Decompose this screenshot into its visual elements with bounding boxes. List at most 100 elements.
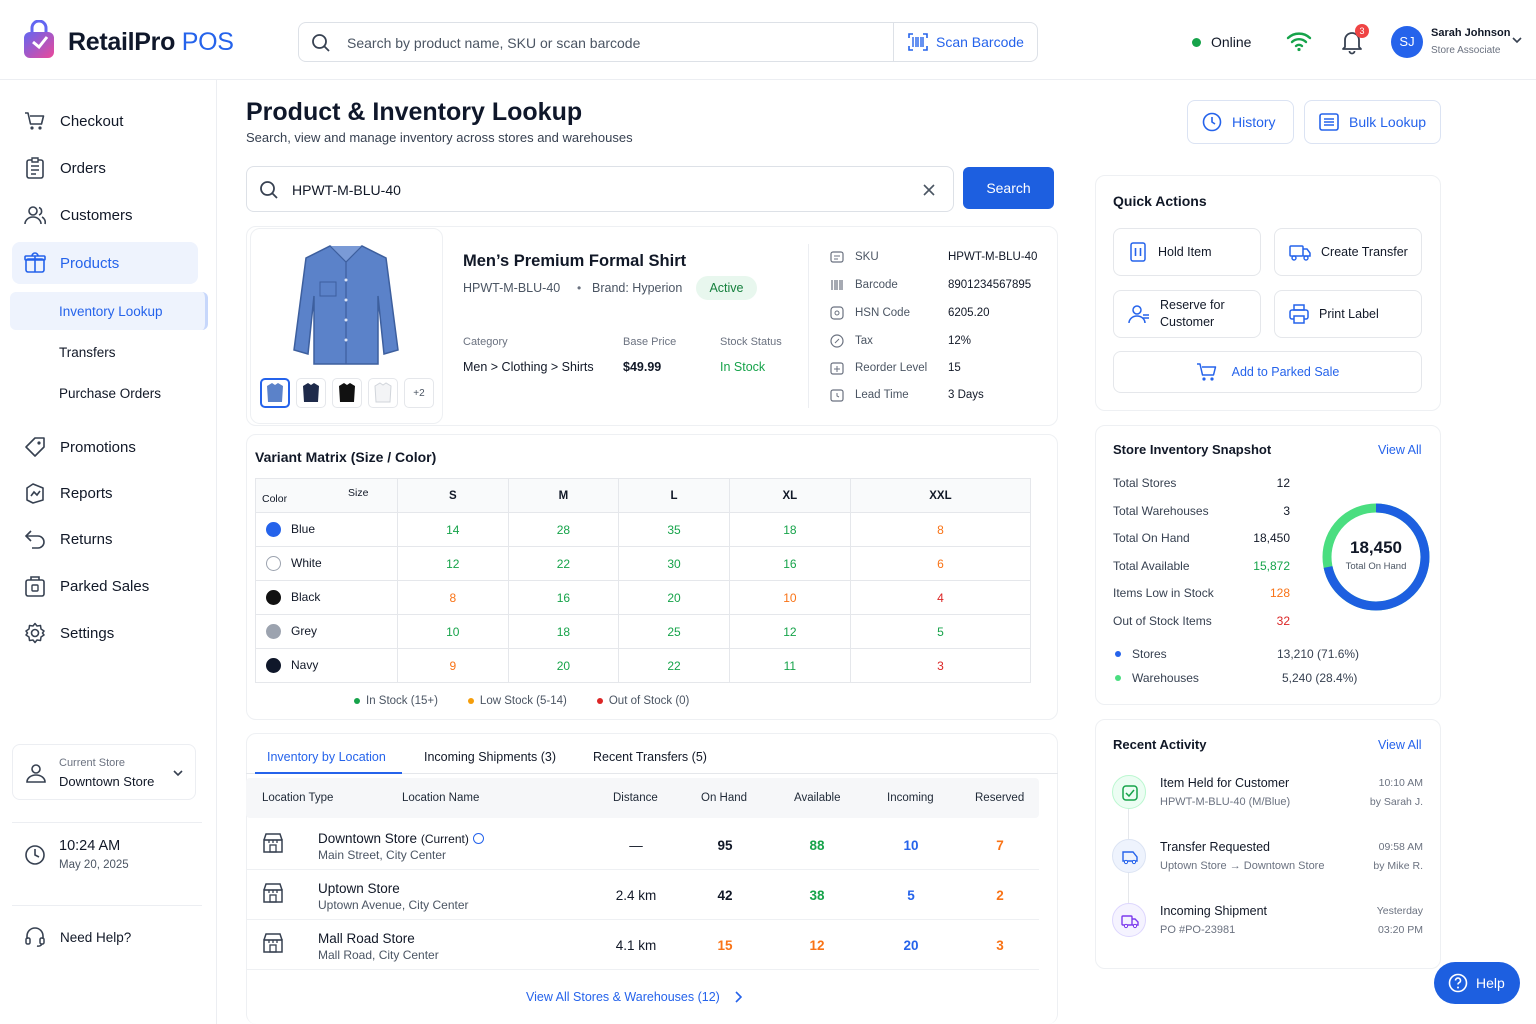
sidebar-item-customers[interactable]: Customers bbox=[12, 194, 198, 236]
stock-qty-cell[interactable]: 20 bbox=[618, 580, 730, 615]
stock-qty-cell[interactable]: 12 bbox=[397, 546, 509, 581]
view-all-stores-link[interactable]: View All Stores & Warehouses (12) bbox=[526, 990, 742, 1004]
stock-qty-cell[interactable]: 35 bbox=[618, 512, 730, 547]
scan-barcode-button[interactable]: Scan Barcode bbox=[893, 23, 1037, 61]
tab-recent-transfers[interactable]: Recent Transfers (5) bbox=[593, 742, 707, 774]
color-cell: Blue bbox=[255, 512, 398, 547]
donut-value: 18,450 bbox=[1350, 538, 1402, 557]
user-name[interactable]: Sarah Johnson bbox=[1431, 27, 1510, 39]
sidebar-item-products[interactable]: Products bbox=[12, 242, 198, 284]
stock-qty-cell[interactable]: 25 bbox=[618, 614, 730, 649]
stock-qty-cell[interactable]: 18 bbox=[728, 512, 851, 547]
more-images-button[interactable]: +2 bbox=[404, 378, 434, 408]
stock-qty-cell[interactable]: 4 bbox=[849, 580, 1032, 615]
stock-qty-cell[interactable]: 6 bbox=[849, 546, 1032, 581]
legend-label: Low Stock (5-14) bbox=[479, 695, 567, 707]
sidebar-item-checkout[interactable]: Checkout bbox=[12, 100, 198, 142]
chevron-down-icon bbox=[173, 769, 183, 777]
product-sku: HPWT-M-BLU-40 bbox=[463, 281, 561, 295]
current-store-label: Current Store bbox=[59, 757, 126, 769]
add-to-parked-sale-button[interactable]: Add to Parked Sale bbox=[1113, 351, 1422, 393]
stock-qty-cell[interactable]: 10 bbox=[397, 614, 509, 649]
sidebar-item-reports[interactable]: Reports bbox=[12, 472, 198, 514]
stock-qty-cell[interactable]: 22 bbox=[618, 648, 730, 683]
chevron-down-icon[interactable] bbox=[1512, 36, 1522, 44]
stock-qty-cell[interactable]: 8 bbox=[849, 512, 1032, 547]
sidebar-subitem-transfers[interactable]: Transfers bbox=[10, 333, 208, 371]
col-location-name: Location Name bbox=[402, 792, 480, 804]
thumbnail-strip: +2 bbox=[260, 378, 434, 408]
search-button[interactable]: Search bbox=[963, 167, 1054, 209]
bulk-lookup-button[interactable]: Bulk Lookup bbox=[1304, 100, 1441, 144]
avatar[interactable]: SJ bbox=[1391, 26, 1423, 58]
thumb-black[interactable] bbox=[332, 378, 362, 408]
product-search[interactable]: HPWT-M-BLU-40 bbox=[246, 166, 954, 212]
stock-qty-cell[interactable]: 11 bbox=[728, 648, 851, 683]
color-name: Navy bbox=[291, 657, 319, 672]
thumb-white[interactable] bbox=[368, 378, 398, 408]
stock-qty-cell[interactable]: 30 bbox=[618, 546, 730, 581]
stock-qty-cell[interactable]: 12 bbox=[728, 614, 851, 649]
col-location-type: Location Type bbox=[262, 792, 334, 804]
sidebar-item-parked-sales[interactable]: Parked Sales bbox=[12, 565, 198, 607]
stock-qty-cell[interactable]: 20 bbox=[507, 648, 620, 683]
print-label-button[interactable]: Print Label bbox=[1274, 290, 1422, 338]
split-stores-value: 13,210 (71.6%) bbox=[1277, 647, 1360, 661]
create-transfer-button[interactable]: Create Transfer bbox=[1274, 228, 1422, 276]
search-icon bbox=[259, 180, 279, 200]
stock-qty-cell[interactable]: 28 bbox=[507, 512, 620, 547]
wifi-icon[interactable] bbox=[1286, 30, 1312, 52]
on-hand-cell: 42 bbox=[717, 888, 733, 903]
hold-item-button[interactable]: Hold Item bbox=[1113, 228, 1261, 276]
sidebar-item-returns[interactable]: Returns bbox=[12, 518, 198, 560]
activity-item-by: by Sarah J. bbox=[1369, 796, 1423, 808]
history-button[interactable]: History bbox=[1187, 100, 1294, 144]
status-text: Online bbox=[1211, 34, 1252, 50]
stock-qty-cell[interactable]: 9 bbox=[397, 648, 509, 683]
sidebar-item-label: Reports bbox=[60, 484, 113, 502]
tab-inventory-by-location[interactable]: Inventory by Location bbox=[255, 742, 402, 774]
user-icon bbox=[1128, 304, 1150, 324]
color-swatch-icon bbox=[266, 624, 281, 640]
tab-incoming-shipments[interactable]: Incoming Shipments (3) bbox=[424, 742, 556, 774]
thumb-blue[interactable] bbox=[260, 378, 290, 408]
detail-label-tax: Tax bbox=[855, 335, 873, 347]
stock-qty-cell[interactable]: 18 bbox=[507, 614, 620, 649]
product-search-input[interactable]: HPWT-M-BLU-40 bbox=[292, 182, 401, 198]
stock-qty-cell[interactable]: 8 bbox=[397, 580, 509, 615]
stock-qty-cell[interactable]: 14 bbox=[397, 512, 509, 547]
stock-qty-cell[interactable]: 16 bbox=[507, 580, 620, 615]
current-store-selector[interactable]: Current Store Downtown Store bbox=[12, 744, 196, 800]
stock-qty-cell[interactable]: 16 bbox=[728, 546, 851, 581]
stock-qty-cell[interactable]: 22 bbox=[507, 546, 620, 581]
reserve-for-customer-button[interactable]: Reserve for Customer bbox=[1113, 290, 1261, 338]
location-name: Downtown Store (Current) bbox=[318, 831, 484, 846]
detail-value-tax: 12% bbox=[948, 335, 972, 347]
app-logo-text: RetailPro POS bbox=[68, 28, 234, 56]
legend-in-stock: In Stock (15+) bbox=[354, 695, 438, 707]
col-distance: Distance bbox=[613, 792, 658, 804]
stock-qty-cell[interactable]: 3 bbox=[849, 648, 1032, 683]
size-header: M bbox=[507, 478, 620, 513]
global-search[interactable]: Search by product name, SKU or scan barc… bbox=[298, 22, 1038, 62]
color-cell: Black bbox=[255, 580, 398, 615]
sidebar-item-settings[interactable]: Settings bbox=[12, 612, 198, 654]
need-help-link[interactable]: Need Help? bbox=[12, 916, 198, 958]
sidebar-item-orders[interactable]: Orders bbox=[12, 147, 198, 189]
stock-qty-cell[interactable]: 10 bbox=[728, 580, 851, 615]
sidebar-subitem-inventory-lookup[interactable]: Inventory Lookup bbox=[10, 292, 208, 330]
thumb-navy[interactable] bbox=[296, 378, 326, 408]
snapshot-view-all-link[interactable]: View All bbox=[1378, 443, 1422, 457]
global-search-input[interactable]: Search by product name, SKU or scan barc… bbox=[347, 35, 640, 51]
donut-label: Total On Hand bbox=[1345, 561, 1407, 572]
detail-value-reorder: 15 bbox=[948, 362, 961, 374]
activity-view-all-link[interactable]: View All bbox=[1378, 738, 1422, 752]
clear-icon[interactable] bbox=[922, 183, 936, 197]
sidebar-item-promotions[interactable]: Promotions bbox=[12, 426, 198, 468]
headset-icon bbox=[24, 926, 46, 948]
help-button[interactable]: Help bbox=[1434, 962, 1520, 1004]
location-address: Uptown Avenue, City Center bbox=[318, 898, 469, 912]
color-cell: Grey bbox=[255, 614, 398, 649]
sidebar-subitem-purchase-orders[interactable]: Purchase Orders bbox=[10, 374, 208, 412]
stock-qty-cell[interactable]: 5 bbox=[849, 614, 1032, 649]
